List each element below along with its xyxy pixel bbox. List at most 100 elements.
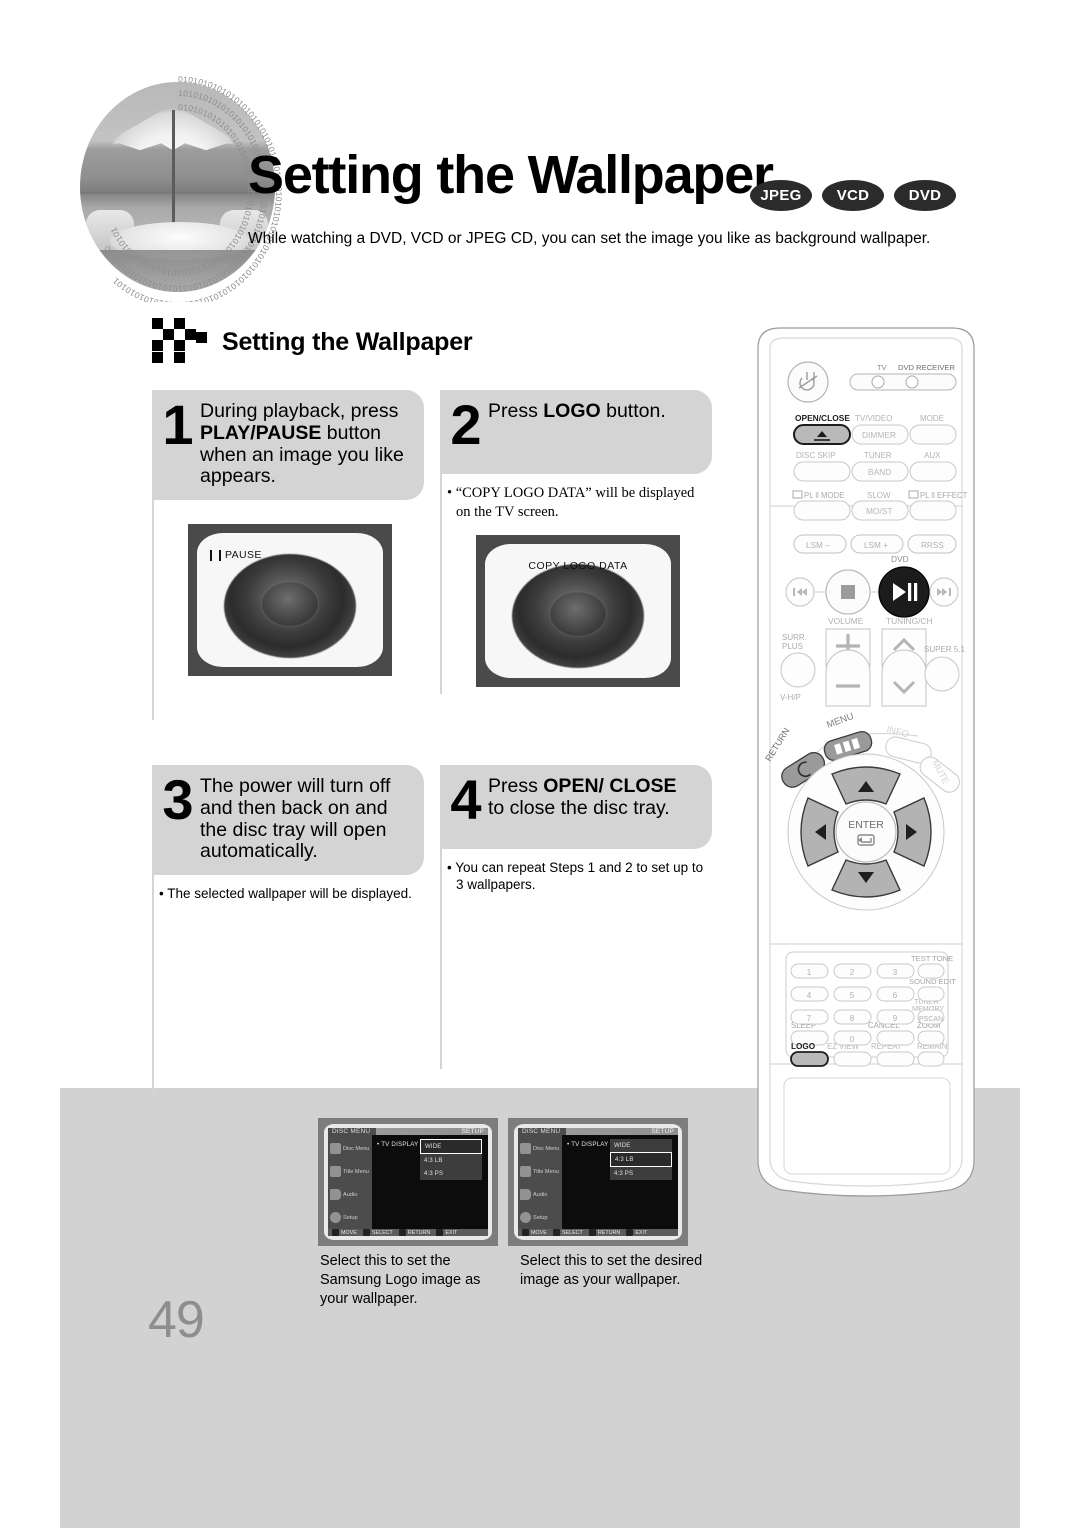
label-pscan: PSCAN [919,1016,943,1023]
step-2: 2 Press LOGO button. • “COPY LOGO DATA” … [440,390,712,694]
umbrella-pole [172,110,175,240]
cancel-button[interactable] [876,1030,915,1046]
remote-lower-panel [783,1077,951,1175]
osd-sidebar-label: Audio [533,1191,548,1198]
osd-screen: DISC MENU SETUP Disc Menu Title Menu Aud… [328,1128,488,1236]
remote-control-illustration: TV DVD RECEIVER OPEN/CLOSE TV/VIDEO DIMM… [736,322,996,1202]
label-pl2-mode: PL ll MODE [804,491,844,500]
osd-option-43lb[interactable]: 4:3 LB [610,1152,672,1167]
osd-sidebar-item-disc-menu[interactable]: Disc Menu [518,1137,562,1160]
osd-key-select: SELECT [552,1229,583,1236]
sound-edit-button[interactable] [917,986,945,1002]
label-volume: VOLUME [828,616,864,626]
step-4-body: • You can repeat Steps 1 and 2 to set up… [440,849,712,1069]
step-4-note: • You can repeat Steps 1 and 2 to set up… [447,860,704,893]
osd-footer: MOVE SELECT RETURN EXIT [518,1229,678,1236]
speaker-icon [520,1189,531,1200]
tv-screen: COPY LOGO DATA [485,544,671,679]
osd-title-left: DISC MENU [522,1128,561,1135]
key-label-6: 6 [893,991,898,1000]
step-1: 1 During playback, press PLAY/PAUSE butt… [152,390,424,721]
test-tone-button[interactable] [917,963,945,979]
tv-dvd-selector[interactable] [849,373,957,391]
disc-skip-button[interactable] [793,461,851,482]
section-title: Setting the Wallpaper [222,327,473,356]
speaker-icon [330,1189,341,1200]
ez-view-button[interactable] [833,1051,872,1067]
step-3-note: • The selected wallpaper will be display… [159,886,412,902]
osd-sidebar-label: Title Menu [533,1168,559,1175]
badge-vcd: VCD [822,180,884,211]
osd-option-wide[interactable]: WIDE [420,1139,482,1154]
logo-button[interactable] [790,1051,829,1067]
key-label-9: 9 [893,1014,898,1023]
osd-sidebar-label: Setup [343,1214,358,1221]
osd-sidebar-item-title-menu[interactable]: Title Menu [328,1160,372,1183]
volume-down-button[interactable] [825,649,871,707]
tuning-down-button[interactable] [881,649,927,707]
osd-option-43ps[interactable]: 4:3 PS [610,1167,672,1180]
tv-illustration-pause: PAUSE [188,524,392,677]
repeat-button[interactable] [876,1051,915,1067]
selector-dvd-dot[interactable] [905,375,919,389]
key-label-4: 4 [807,991,812,1000]
osd-sidebar-label: Disc Menu [343,1145,370,1152]
osd-titlebar: DISC MENU SETUP [518,1128,678,1135]
enter-button[interactable] [835,801,897,863]
label-disc-skip: DISC SKIP [796,451,836,460]
step-2-bubble: 2 Press LOGO button. [440,390,712,474]
osd-screenshot-1: DISC MENU SETUP Disc Menu Title Menu Aud… [318,1118,498,1246]
osd-body: Disc Menu Title Menu Audio Setup • TV DI… [328,1135,488,1229]
disc-menu-icon [330,1143,341,1154]
key-label-8: 8 [850,1014,855,1023]
osd-sidebar-item-audio[interactable]: Audio [518,1183,562,1206]
key-icon [626,1229,634,1236]
mode-button[interactable] [909,424,957,445]
key-icon [332,1229,339,1236]
pl2-mode-button[interactable] [793,500,851,521]
key-label-7: 7 [807,1014,812,1023]
label-slow: SLOW [867,491,891,500]
osd-sidebar-item-audio[interactable]: Audio [328,1183,372,1206]
osd-option-43ps[interactable]: 4:3 PS [420,1167,482,1180]
step-2-text-c: button. [600,400,666,422]
step-2-note: • “COPY LOGO DATA” will be displayed on … [447,485,695,520]
super51-button[interactable] [924,656,960,692]
osd-option-43lb[interactable]: 4:3 LB [420,1154,482,1167]
osd-sidebar-item-setup[interactable]: Setup [328,1206,372,1229]
osd-options-list: WIDE 4:3 LB 4:3 PS [420,1139,482,1180]
osd-key-select: SELECT [362,1229,393,1236]
osd-sidebar-item-disc-menu[interactable]: Disc Menu [328,1137,372,1160]
key-label-2: 2 [850,968,855,977]
step-4-text: Press OPEN/ CLOSE to close the disc tray… [488,771,698,837]
step-4-text-bold: OPEN/ CLOSE [543,775,677,797]
remain-button[interactable] [917,1051,945,1067]
stop-icon [841,585,855,599]
zoom-button[interactable] [917,1030,945,1046]
osd-sidebar-item-setup[interactable]: Setup [518,1206,562,1229]
osd-footer: MOVE SELECT RETURN EXIT [328,1229,488,1236]
step-3-body: • The selected wallpaper will be display… [152,875,424,1096]
step-1-bubble: 1 During playback, press PLAY/PAUSE butt… [152,390,424,501]
selector-tv-dot[interactable] [871,375,885,389]
osd-copy-logo-label: COPY LOGO DATA [528,560,628,573]
osd-sidebar: Disc Menu Title Menu Audio Setup [328,1135,372,1229]
surr-plus-button[interactable] [780,652,816,688]
osd-option-wide[interactable]: WIDE [610,1139,672,1152]
step-3-bubble: 3 The power will turn off and then back … [152,765,424,876]
osd-main-pane: • TV DISPLAY WIDE 4:3 LB 4:3 PS [562,1135,678,1229]
horizon-line [80,192,275,194]
label-tv-video: TV/VIDEO [855,414,892,423]
aux-button[interactable] [909,461,957,482]
step-3-number: 3 [162,768,194,831]
step-2-number: 2 [450,393,482,456]
osd-title-right: SETUP [651,1128,674,1135]
osd-options-list: WIDE 4:3 LB 4:3 PS [610,1139,672,1180]
step-1-body: PAUSE [152,500,424,721]
label-v-hp: V-H/P [780,693,801,702]
title-menu-icon [520,1166,531,1177]
intro-paragraph: While watching a DVD, VCD or JPEG CD, yo… [248,230,931,247]
osd-key-exit: EXIT [436,1229,457,1236]
osd-sidebar-item-title-menu[interactable]: Title Menu [518,1160,562,1183]
pl2-effect-button[interactable] [909,500,957,521]
